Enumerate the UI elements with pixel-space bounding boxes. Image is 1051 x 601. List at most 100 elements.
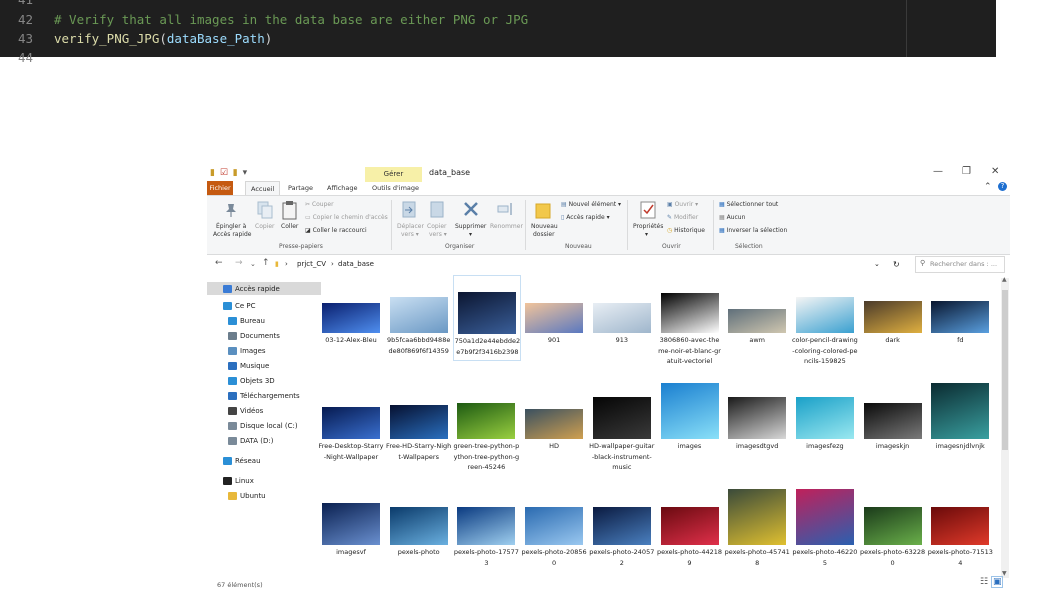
file-name: Free-HD-Starry-Night-Wallpapers <box>386 442 452 461</box>
scroll-up-icon[interactable]: ▲ <box>1002 276 1007 283</box>
nav-item[interactable]: Documents <box>207 329 280 342</box>
invert-selection-button[interactable]: ▦ Inverser la sélection <box>719 227 787 234</box>
search-box[interactable]: ⚲ <box>915 256 1005 273</box>
maximize-button[interactable]: ❐ <box>962 166 971 177</box>
nav-item[interactable]: Disque local (C:) <box>207 419 298 432</box>
edit-button[interactable]: ✎ Modifier <box>667 214 698 221</box>
nav-item-label: Réseau <box>235 456 261 465</box>
quick-access-toolbar[interactable]: ▮ ☑ ▮ ▾ <box>210 168 248 178</box>
easy-access-button[interactable]: ▯ Accès rapide ▾ <box>561 214 610 221</box>
search-input[interactable] <box>930 257 1004 270</box>
nav-item-label: Vidéos <box>240 406 264 415</box>
recent-locations-icon[interactable]: ⌄ <box>250 260 256 268</box>
nav-item[interactable]: Accès rapide <box>207 282 321 295</box>
close-paren: ) <box>264 31 273 46</box>
new-folder-button[interactable]: Nouveau <box>531 223 558 230</box>
tab-home[interactable]: Accueil <box>245 181 281 196</box>
paste-shortcut-label: Coller le raccourci <box>312 227 367 234</box>
file-name: fd <box>957 336 964 344</box>
tab-image-tools[interactable]: Outils d'image <box>367 181 424 195</box>
computer-icon <box>223 301 232 310</box>
large-icons-view-icon[interactable]: ▣ <box>990 576 1004 588</box>
nav-item-label: Musique <box>240 361 270 370</box>
images-icon <box>228 346 237 355</box>
image-thumbnail <box>389 405 448 439</box>
file-tile[interactable]: 750a1d2e44ebdde2e7b9f2f3416b2398 <box>453 275 522 361</box>
file-name: Free-Desktop-Starry-Night-Wallpaper <box>318 442 384 461</box>
navigation-pane: Accès rapide Ce PC Bureau Documents Images Mu… <box>207 282 321 582</box>
invert-selection-icon: ▦ <box>719 227 727 234</box>
details-view-icon[interactable]: ☷ <box>980 577 988 587</box>
file-name: HD-wallpaper-guitar-black-instrument-mus… <box>589 442 655 471</box>
group-new-label: Nouveau <box>565 243 592 250</box>
up-button[interactable]: ↑ <box>262 258 270 268</box>
collapse-ribbon-icon[interactable]: ⌃ <box>984 182 992 192</box>
file-name: pexels-photo-632280 <box>860 548 926 567</box>
forward-button[interactable]: → <box>235 258 243 268</box>
cut-button[interactable]: ✂ Couper <box>305 201 334 208</box>
address-dropdown-icon[interactable]: ⌄ <box>874 260 880 268</box>
image-thumbnail <box>795 397 854 439</box>
image-thumbnail <box>525 507 584 545</box>
file-name: green-tree-python-python-tree-python-gre… <box>453 442 520 471</box>
nav-item[interactable]: Ubuntu <box>207 489 266 502</box>
nav-item-label: Accès rapide <box>235 284 280 293</box>
minimize-button[interactable]: — <box>933 166 943 177</box>
tab-share[interactable]: Partage <box>283 181 318 195</box>
check-icon[interactable]: ☑ <box>220 168 229 178</box>
nav-item[interactable]: DATA (D:) <box>207 434 273 447</box>
open-button[interactable]: ▣ Ouvrir ▾ <box>667 201 698 208</box>
help-icon[interactable]: ? <box>998 182 1007 191</box>
file-name: 03-12-Alex-Bleu <box>325 336 377 344</box>
nav-item[interactable]: Musique <box>207 359 269 372</box>
nav-item[interactable]: Réseau <box>207 454 261 467</box>
nav-item[interactable]: Bureau <box>207 314 265 327</box>
file-name: 9b5fcaa6bbd9488ede80f869f6f14359 <box>387 336 451 355</box>
nav-item-label: Objets 3D <box>240 376 275 385</box>
nav-item[interactable]: Téléchargements <box>207 389 300 402</box>
rename-button[interactable]: Renommer <box>490 223 523 230</box>
close-button[interactable]: ✕ <box>991 166 999 177</box>
scroll-thumb[interactable] <box>1002 290 1008 450</box>
copy-path-button[interactable]: ▭ Copier le chemin d'accès <box>305 214 388 221</box>
back-button[interactable]: ← <box>215 258 223 268</box>
properties-button[interactable]: Propriétés <box>633 223 663 230</box>
select-all-button[interactable]: ▦ Sélectionner tout <box>719 201 778 208</box>
tab-file[interactable]: Fichier <box>207 181 233 195</box>
pin-quick-access-button[interactable]: Épingler à <box>216 223 246 230</box>
breadcrumb-data-base[interactable]: data_base <box>338 260 374 268</box>
edit-icon: ✎ <box>667 214 674 221</box>
copy-button[interactable]: Copier <box>255 223 275 230</box>
history-button[interactable]: ◷ Historique <box>667 227 705 234</box>
new-item-button[interactable]: ▤ Nouvel élément ▾ <box>561 201 621 208</box>
file-name: imagesdtgvd <box>735 442 779 450</box>
nav-item[interactable]: Images <box>207 344 266 357</box>
open-paren: ( <box>159 31 167 46</box>
file-name: imagesvf <box>336 548 366 556</box>
breadcrumb-prjct-cv[interactable]: prjct_CV <box>297 260 326 268</box>
select-none-icon: ▦ <box>719 214 727 221</box>
move-to-button[interactable]: Déplacer <box>397 223 424 230</box>
paste-shortcut-button[interactable]: ◪ Coller le raccourci <box>305 227 367 234</box>
nav-item[interactable]: Vidéos <box>207 404 263 417</box>
paste-button[interactable]: Coller <box>281 223 298 230</box>
tab-view[interactable]: Affichage <box>322 181 363 195</box>
image-thumbnail <box>795 489 854 545</box>
file-name: images <box>677 442 702 450</box>
pin-quick-access-label: Accès rapide <box>213 231 252 238</box>
context-tab-manage[interactable]: Gérer <box>365 167 422 182</box>
chevron-down-icon[interactable]: ▾ <box>243 168 249 178</box>
music-icon <box>228 361 237 370</box>
nav-item[interactable]: Linux <box>207 474 254 487</box>
line-number: 44 <box>17 50 33 65</box>
delete-button[interactable]: Supprimer <box>455 223 486 230</box>
move-to-icon <box>402 201 416 218</box>
group-select-label: Sélection <box>735 243 763 250</box>
nav-item[interactable]: Ce PC <box>207 299 256 312</box>
refresh-icon[interactable]: ↻ <box>893 260 900 269</box>
vertical-scrollbar[interactable]: ▲ ▼ <box>1001 276 1009 578</box>
copy-to-button[interactable]: Copier <box>427 223 447 230</box>
nav-item[interactable]: Objets 3D <box>207 374 275 387</box>
select-none-button[interactable]: ▦ Aucun <box>719 214 745 221</box>
select-all-icon: ▦ <box>719 201 727 208</box>
